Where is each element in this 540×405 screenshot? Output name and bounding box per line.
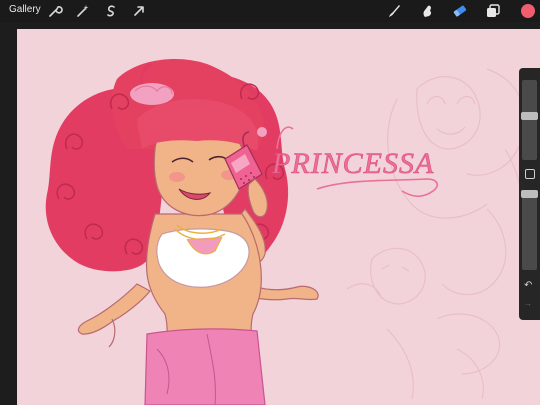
brush-opacity-slider[interactable] [522, 190, 537, 270]
brush-sidebar: ↶ → [519, 68, 540, 320]
eraser-icon[interactable] [452, 3, 468, 19]
brush-opacity-handle[interactable] [521, 190, 538, 199]
magic-wand-icon[interactable] [75, 3, 91, 19]
layers-icon[interactable] [485, 3, 501, 19]
top-toolbar: Gallery [0, 0, 540, 22]
color-picker-swatch[interactable] [521, 4, 535, 18]
drawing-canvas[interactable]: PRINCESSA [17, 29, 540, 405]
brush-size-handle[interactable] [521, 112, 538, 121]
character-body [144, 213, 266, 405]
smudge-icon[interactable] [419, 3, 435, 19]
gallery-button[interactable]: Gallery [9, 4, 41, 15]
undo-arrow-icon[interactable]: ↶ [524, 281, 532, 291]
artwork: PRINCESSA [45, 59, 526, 405]
brush-icon[interactable] [386, 3, 402, 19]
transform-arrow-icon[interactable] [131, 3, 147, 19]
redo-arrow-icon[interactable]: → [524, 300, 532, 308]
background-sketch [346, 68, 526, 400]
wrench-icon[interactable] [47, 3, 63, 19]
modify-button[interactable] [525, 169, 535, 179]
selection-icon[interactable] [103, 3, 119, 19]
artwork-title: PRINCESSA [271, 147, 434, 180]
